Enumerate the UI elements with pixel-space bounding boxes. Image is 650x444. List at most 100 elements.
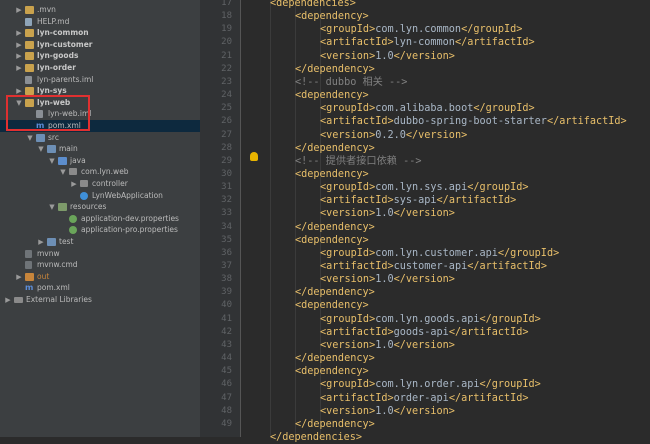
chevron-down-icon[interactable]: ▼ [48,155,56,167]
line-number: 40 [221,300,232,311]
code-line[interactable]: <dependency> [295,365,369,378]
tree-item-label: LynWebApplication [92,190,163,200]
code-line[interactable]: <dependency> [295,168,369,181]
chevron-right-icon[interactable]: ▶ [15,62,23,74]
code-line[interactable]: <!-- dubbo 相关 --> [295,76,407,89]
code-line[interactable]: </dependency> [295,63,375,76]
line-number: 19 [221,24,232,35]
xml-tag: </version> [393,50,455,62]
folder-icon [58,203,67,212]
code-line[interactable]: <dependency> [295,299,369,312]
code-line[interactable]: <version>1.0</version> [320,207,455,220]
xml-tag: <dependencies> [270,0,356,9]
code-line[interactable]: </dependency> [295,418,375,431]
folder-icon [58,156,67,165]
tree-item-label: lyn-common [37,28,89,38]
xml-text: com.lyn.order.api [375,379,480,391]
xml-tag: </artifactId> [546,116,627,128]
xml-text: com.lyn.common [375,24,462,36]
chevron-right-icon[interactable]: ▶ [15,4,23,16]
cls-icon [80,191,88,200]
tree-item-label: java [70,155,86,165]
xml-tag: <dependency> [295,90,369,102]
code-line[interactable]: </dependencies> [270,431,362,444]
chevron-right-icon[interactable]: ▶ [15,271,23,283]
xml-text: goods-api [393,326,449,338]
code-line[interactable]: <groupId>com.alibaba.boot</groupId> [320,102,535,115]
xml-text: com.alibaba.boot [375,103,474,115]
xml-tag: </dependency> [295,287,375,299]
code-line[interactable]: <!-- 提供者接口依赖 --> [295,155,422,168]
xml-tag: <dependency> [295,300,369,312]
code-line[interactable]: <dependency> [295,10,369,23]
code-line[interactable]: <version>1.0</version> [320,50,455,63]
xml-tag: <groupId> [320,103,376,115]
line-number: 46 [221,379,232,390]
line-number: 38 [221,274,232,285]
code-line[interactable]: </dependency> [295,286,375,299]
code-line[interactable]: <version>1.0</version> [320,339,455,352]
chevron-right-icon[interactable]: ▶ [70,178,78,190]
folder-icon [25,64,34,72]
code-line[interactable]: <artifactId>goods-api</artifactId> [320,326,529,339]
code-line[interactable]: <artifactId>sys-api</artifactId> [320,194,516,207]
code-line[interactable]: <groupId>com.lyn.sys.api</groupId> [320,181,529,194]
xml-tag: </dependency> [295,353,375,365]
xml-tag: <version> [320,208,376,220]
code-line[interactable]: <version>0.2.0</version> [320,129,467,142]
chevron-down-icon[interactable]: ▼ [59,166,67,178]
line-number: 27 [221,129,232,140]
xml-tag: </artifactId> [448,392,529,404]
lib-icon [14,297,23,303]
line-number: 43 [221,339,232,350]
line-number: 28 [221,142,232,153]
code-line[interactable]: <groupId>com.lyn.order.api</groupId> [320,378,541,391]
code-line[interactable]: <dependency> [295,234,369,247]
code-editor[interactable]: <dependencies> <dependency> <groupId>com.l… [241,0,650,443]
chevron-down-icon[interactable]: ▼ [26,132,34,144]
code-line[interactable]: <groupId>com.lyn.common</groupId> [320,23,522,36]
xml-tag: </artifactId> [467,261,547,272]
project-tree-panel: ▶ .mvn HELP.md ▶ lyn-common ▶ lyn-customer ▶ lyn… [0,0,200,437]
tree-item-label: lyn-goods [37,51,79,61]
code-line[interactable]: <artifactId>dubbo-spring-boot-starter</a… [320,115,627,128]
chevron-right-icon[interactable]: ▶ [15,27,23,39]
folder-icon [25,52,34,61]
chevron-down-icon[interactable]: ▼ [48,201,56,213]
file-sh-icon [25,249,32,258]
chevron-right-icon[interactable]: ▶ [15,50,23,62]
code-line[interactable]: </dependency> [295,352,375,365]
line-number: 18 [221,11,232,22]
tree-item-label: out [37,271,50,281]
line-number: 37 [221,261,232,271]
code-line[interactable]: <artifactId>lyn-common</artifactId> [320,36,535,49]
code-line[interactable]: <artifactId>order-api</artifactId> [320,392,529,405]
code-line[interactable]: <dependencies> [270,0,356,10]
xml-tag: </version> [405,129,468,141]
xml-tag: <groupId> [320,24,376,36]
code-line[interactable]: <version>1.0</version> [320,405,455,418]
xml-text: lyn-common [393,37,455,49]
chevron-right-icon[interactable]: ▶ [4,294,12,306]
line-number: 44 [221,353,232,364]
code-line[interactable]: <dependency> [295,89,369,102]
xml-tag: </dependency> [295,418,375,430]
code-line[interactable]: <version>1.0</version> [320,273,455,286]
xml-tag: <dependency> [295,366,369,378]
tree-item-label: resources [70,202,107,212]
xml-tag: <version> [320,405,376,417]
chevron-right-icon[interactable]: ▶ [37,236,45,248]
xml-text: 1.0 [375,339,394,351]
code-line[interactable]: </dependency> [295,221,375,234]
chevron-right-icon[interactable]: ▶ [15,39,23,51]
xml-tag: </groupId> [479,313,541,325]
code-line[interactable]: <groupId>com.lyn.customer.api</groupId> [320,247,559,260]
xml-tag: <version> [320,339,376,351]
xml-tag: <artifactId> [320,392,394,404]
code-line[interactable]: </dependency> [295,142,375,155]
code-line[interactable]: <artifactId>customer-api</artifactId> [320,260,547,273]
chevron-down-icon[interactable]: ▼ [37,143,45,155]
code-line[interactable]: <groupId>com.lyn.goods.api</groupId> [320,313,541,326]
xml-text: 0.2.0 [375,129,406,141]
tree-item-label: pom.xml [37,283,70,293]
